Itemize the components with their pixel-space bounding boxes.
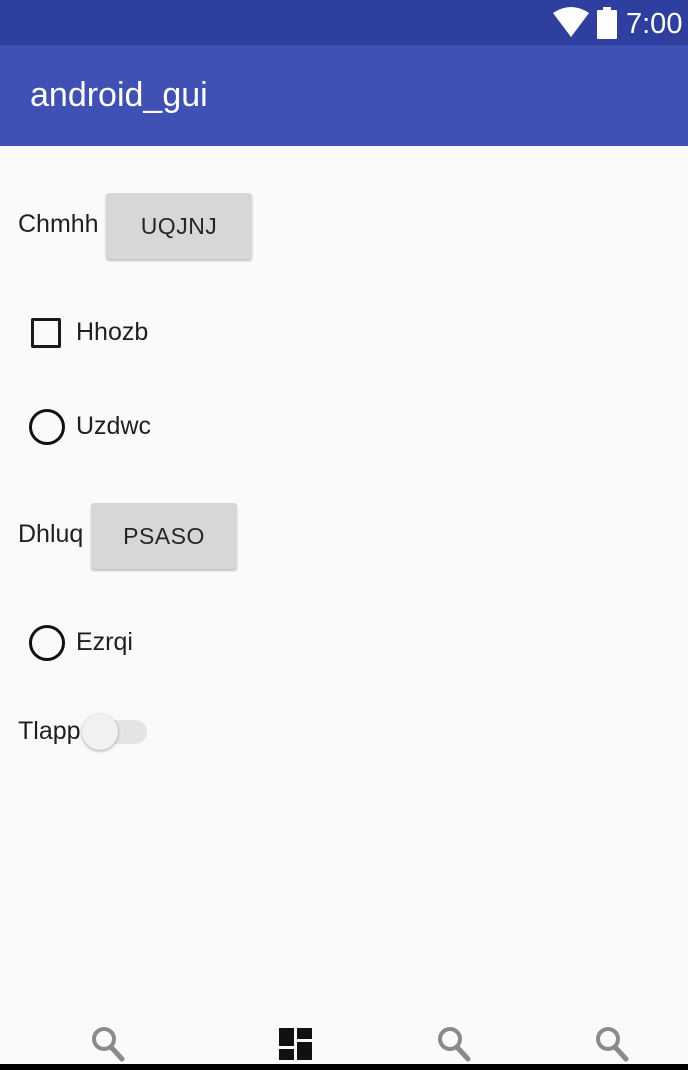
uzdwc-label[interactable]: Uzdwc [76, 410, 151, 442]
tlapp-switch-thumb[interactable] [82, 714, 118, 750]
dhluq-label: Dhluq [18, 520, 84, 548]
hhozb-label[interactable]: Hhozb [76, 316, 148, 348]
status-bar: 7:00 [0, 0, 688, 45]
search-icon[interactable] [595, 1026, 629, 1062]
search-icon[interactable] [437, 1026, 471, 1062]
uzdwc-radio[interactable] [29, 409, 65, 445]
app-bar: android_gui [0, 45, 688, 146]
uqjnj-button[interactable]: UQJNJ [106, 193, 252, 259]
chmhh-label: Chmhh [18, 210, 99, 238]
ezrqi-label[interactable]: Ezrqi [76, 626, 133, 658]
search-icon[interactable] [91, 1026, 125, 1062]
app-title: android_gui [30, 76, 208, 114]
ezrqi-radio[interactable] [29, 625, 65, 661]
wifi-icon [553, 7, 589, 37]
hhozb-checkbox[interactable] [31, 318, 61, 348]
dashboard-icon[interactable] [279, 1026, 313, 1062]
tlapp-label: Tlapp [18, 717, 81, 745]
psaso-button[interactable]: PSASO [91, 503, 237, 569]
status-time: 7:00 [626, 8, 683, 40]
battery-icon [597, 7, 617, 39]
bottom-edge [0, 1064, 688, 1070]
